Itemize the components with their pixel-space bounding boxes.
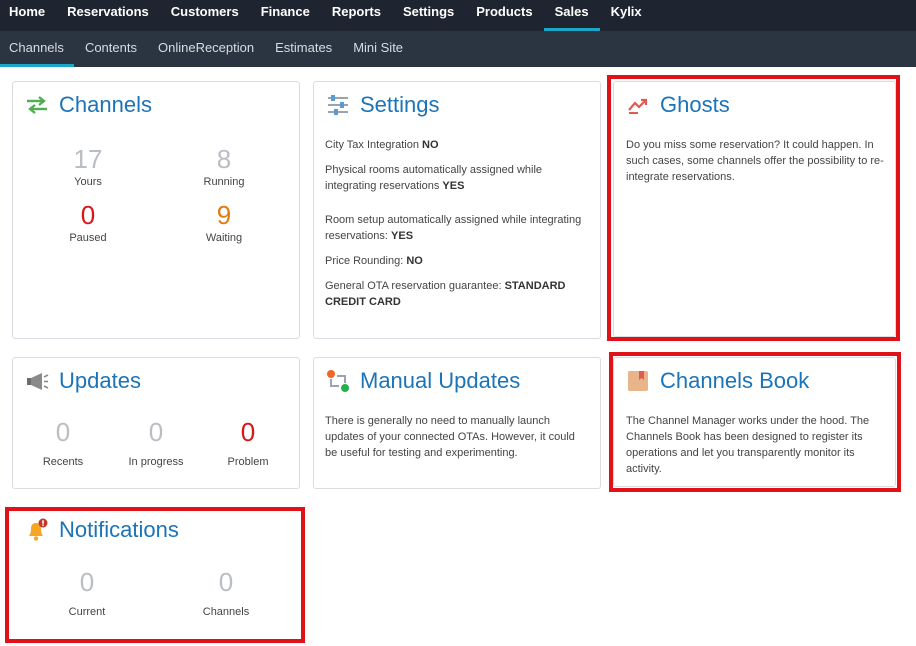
stat-in-progress-label: In progress (128, 456, 184, 468)
nav-sales[interactable]: Sales (543, 0, 600, 31)
manual-updates-title: Manual Updates (360, 368, 521, 393)
setting-room-setup-value: YES (391, 230, 414, 242)
bell-icon (24, 517, 50, 543)
stat-running-label: Running (203, 176, 245, 188)
channels-card[interactable]: Channels 17 Yours 8 Running 0 Paused 9 W… (12, 81, 300, 339)
setting-physical-rooms-label: Physical rooms automatically assigned wh… (325, 164, 543, 192)
channels-title: Channels (59, 92, 152, 117)
updates-title: Updates (59, 368, 141, 393)
stat-recents-value: 0 (55, 417, 71, 447)
stat-recents-label: Recents (42, 456, 84, 468)
setting-price-rounding-label: Price Rounding: (325, 255, 407, 267)
stat-problem-value: 0 (240, 417, 256, 447)
updates-card[interactable]: Updates 0 Recents 0 In progress 0 Proble… (12, 357, 300, 489)
settings-card[interactable]: Settings City Tax Integration NO Physica… (313, 81, 601, 339)
setting-physical-rooms: Physical rooms automatically assigned wh… (325, 162, 570, 194)
nav-settings[interactable]: Settings (392, 0, 465, 31)
nav-reports[interactable]: Reports (321, 0, 392, 31)
stat-problem[interactable]: 0 Problem (198, 417, 298, 468)
setting-city-tax-value: NO (422, 139, 439, 151)
setting-city-tax: City Tax Integration NO (325, 137, 595, 153)
notifications-title: Notifications (59, 517, 179, 542)
stat-current-label: Current (68, 606, 106, 618)
stat-notification-channels[interactable]: 0 Channels (176, 567, 276, 618)
stat-paused[interactable]: 0 Paused (38, 200, 138, 244)
tab-contents[interactable]: Contents (74, 31, 147, 67)
stat-in-progress[interactable]: 0 In progress (106, 417, 206, 468)
setting-city-tax-label: City Tax Integration (325, 139, 423, 151)
nav-customers[interactable]: Customers (160, 0, 250, 31)
stat-recents[interactable]: 0 Recents (13, 417, 113, 468)
transfer-arrows-icon (24, 92, 50, 118)
setting-ota-guarantee-label: General OTA reservation guarantee: (325, 280, 505, 292)
ghosts-title: Ghosts (660, 92, 730, 117)
setting-price-rounding-value: NO (406, 255, 423, 267)
stat-running[interactable]: 8 Running (174, 144, 274, 188)
ghosts-description: Do you miss some reservation? It could h… (626, 139, 884, 183)
redo-arrow-icon (625, 92, 651, 118)
stat-paused-value: 0 (80, 200, 96, 230)
ghosts-card[interactable]: Ghosts Do you miss some reservation? It … (613, 81, 896, 337)
tab-online-reception[interactable]: OnlineReception (147, 31, 264, 67)
nav-finance[interactable]: Finance (250, 0, 321, 31)
manual-sync-icon (325, 368, 351, 394)
stat-notification-channels-label: Channels (202, 606, 250, 618)
stat-current-value: 0 (79, 567, 95, 597)
stat-waiting[interactable]: 9 Waiting (174, 200, 274, 244)
setting-price-rounding: Price Rounding: NO (325, 253, 595, 269)
stat-paused-label: Paused (69, 232, 107, 244)
manual-updates-description: There is generally no need to manually l… (325, 415, 575, 459)
setting-room-setup-label: Room setup automatically assigned while … (325, 214, 582, 242)
stat-waiting-label: Waiting (205, 232, 243, 244)
stat-in-progress-value: 0 (148, 417, 164, 447)
sub-nav: Channels Contents OnlineReception Estima… (0, 31, 916, 67)
stat-problem-label: Problem (227, 456, 269, 468)
tab-mini-site[interactable]: Mini Site (343, 31, 414, 67)
stat-yours-label: Yours (74, 176, 102, 188)
stat-running-value: 8 (216, 144, 232, 174)
setting-room-setup: Room setup automatically assigned while … (325, 212, 595, 244)
stat-waiting-value: 9 (216, 200, 232, 230)
nav-home[interactable]: Home (0, 0, 56, 31)
stat-yours[interactable]: 17 Yours (38, 144, 138, 188)
channels-book-title: Channels Book (660, 368, 810, 393)
setting-ota-guarantee: General OTA reservation guarantee: STAND… (325, 278, 585, 310)
channels-book-description: The Channel Manager works under the hood… (626, 415, 870, 475)
notifications-card[interactable]: Notifications 0 Current 0 Channels (12, 510, 300, 638)
channels-book-card[interactable]: Channels Book The Channel Manager works … (613, 357, 896, 487)
stat-notification-channels-value: 0 (218, 567, 234, 597)
top-nav: Home Reservations Customers Finance Repo… (0, 0, 916, 31)
manual-updates-card[interactable]: Manual Updates There is generally no nee… (313, 357, 601, 489)
stat-yours-value: 17 (73, 144, 103, 174)
tab-channels[interactable]: Channels (0, 31, 75, 67)
nav-products[interactable]: Products (465, 0, 543, 31)
tab-estimates[interactable]: Estimates (265, 31, 343, 67)
nav-reservations[interactable]: Reservations (56, 0, 160, 31)
nav-kylix[interactable]: Kylix (600, 0, 653, 31)
settings-title: Settings (360, 92, 440, 117)
sliders-icon (325, 92, 351, 118)
stat-current[interactable]: 0 Current (37, 567, 137, 618)
book-icon (625, 368, 651, 394)
setting-physical-rooms-value: YES (442, 180, 465, 192)
megaphone-icon (24, 368, 50, 394)
